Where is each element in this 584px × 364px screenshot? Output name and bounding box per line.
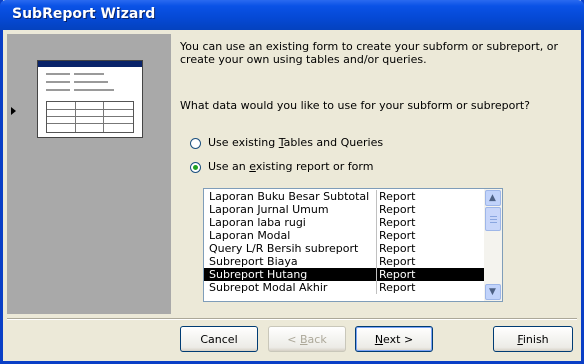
scroll-down-button[interactable]: ▼: [485, 284, 501, 300]
list-item[interactable]: Laporan laba rugi Report: [204, 216, 484, 229]
subform-preview-icon: [37, 60, 143, 138]
list-item[interactable]: Subrepot Modal Akhir Report: [204, 281, 484, 294]
list-item[interactable]: Laporan Modal Report: [204, 229, 484, 242]
preview-line: [46, 89, 70, 91]
scroll-up-button[interactable]: ▲: [485, 190, 501, 206]
option-tables-queries-label[interactable]: Use existing Tables and Queries: [208, 136, 383, 149]
wizard-illustration-panel: [7, 34, 171, 314]
pointer-arrow-icon: [11, 107, 16, 115]
back-button[interactable]: < Back: [268, 326, 346, 352]
subreport-wizard-dialog: SubReport Wizard You can use an existing…: [0, 0, 584, 364]
chevron-down-icon: ▼: [489, 287, 496, 297]
preview-line: [74, 73, 104, 75]
scroll-thumb[interactable]: [485, 207, 501, 231]
list-scrollbar[interactable]: ▲ ▼: [484, 189, 502, 301]
list-item-selected[interactable]: Subreport Hutang Report: [204, 268, 484, 281]
forms-reports-listbox[interactable]: Laporan Buku Besar Subtotal Report Lapora…: [203, 188, 503, 302]
option-existing-report-label[interactable]: Use an existing report or form: [208, 160, 373, 173]
list-item[interactable]: Query L/R Bersih subreport Report: [204, 242, 484, 255]
radio-existing-report[interactable]: [190, 162, 201, 173]
window-title: SubReport Wizard: [12, 6, 156, 22]
preview-titlebar: [38, 61, 142, 67]
intro-text-line1: You can use an existing form to create y…: [180, 40, 559, 53]
next-button[interactable]: Next >: [355, 326, 433, 352]
finish-button[interactable]: Finish: [493, 326, 573, 352]
preview-grid: [46, 101, 134, 133]
list-item[interactable]: Laporan Jurnal Umum Report: [204, 203, 484, 216]
preview-line: [46, 73, 70, 75]
chevron-up-icon: ▲: [489, 193, 496, 203]
preview-line: [46, 81, 70, 83]
intro-text-line2: create your own using tables and/or quer…: [180, 53, 427, 66]
list-item[interactable]: Laporan Buku Besar Subtotal Report: [204, 190, 484, 203]
cancel-button[interactable]: Cancel: [180, 326, 258, 352]
question-text: What data would you like to use for your…: [180, 99, 531, 112]
radio-tables-queries[interactable]: [190, 138, 201, 149]
title-bar[interactable]: SubReport Wizard: [0, 0, 584, 30]
button-divider: [7, 318, 577, 319]
preview-line: [74, 89, 114, 91]
list-item[interactable]: Subreport Biaya Report: [204, 255, 484, 268]
preview-line: [74, 81, 108, 83]
